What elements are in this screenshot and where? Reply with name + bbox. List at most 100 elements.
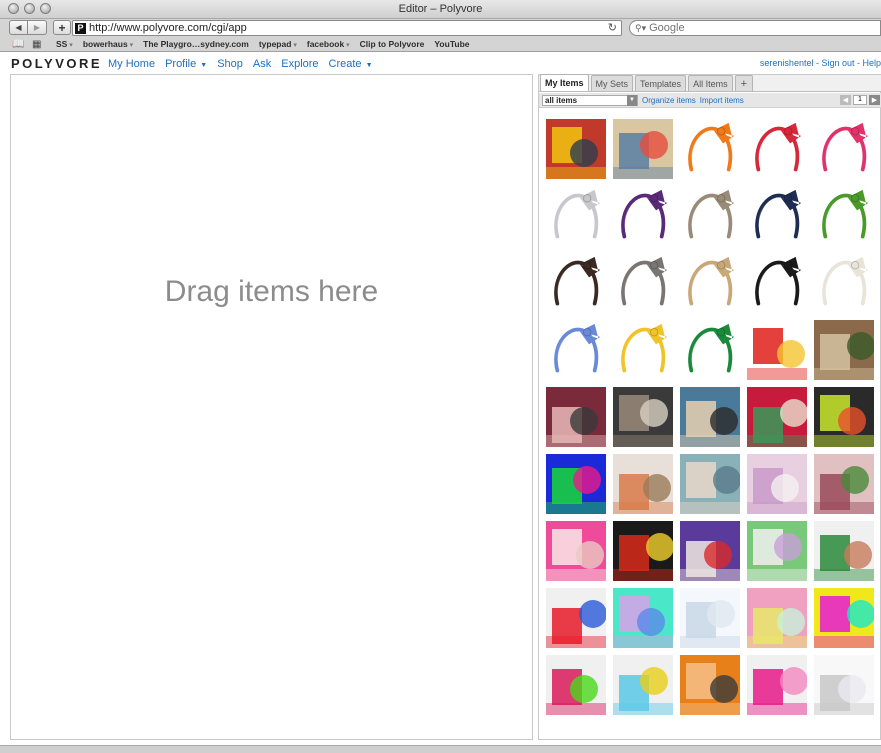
search-box[interactable]: ⚲▾ — [629, 20, 881, 36]
headband-item[interactable] — [810, 249, 877, 316]
bookmark-item[interactable]: The Playgro…sydney.com — [143, 39, 249, 49]
photo-item[interactable] — [676, 517, 743, 584]
forward-button[interactable]: ▶ — [28, 20, 47, 35]
nav-item[interactable]: Profile ▼ — [165, 58, 207, 70]
photo-item[interactable] — [676, 651, 743, 718]
photo-item[interactable] — [743, 316, 810, 383]
headband-item[interactable] — [810, 115, 877, 182]
organize-items-link[interactable]: Organize items — [642, 96, 696, 105]
photo-item[interactable] — [743, 383, 810, 450]
site-header: POLYVORE My Home Profile ▼ Shop Ask Explore Cr… — [0, 53, 881, 73]
photo-item[interactable] — [810, 383, 877, 450]
headband-thumbnail — [754, 122, 801, 171]
headband-item[interactable] — [609, 182, 676, 249]
photo-item[interactable] — [542, 651, 609, 718]
photo-item[interactable] — [609, 584, 676, 651]
chevron-down-icon[interactable]: ▼ — [366, 62, 373, 69]
chevron-down-icon[interactable]: ▼ — [200, 62, 207, 69]
photo-item[interactable] — [743, 584, 810, 651]
photo-item[interactable] — [542, 383, 609, 450]
headband-item[interactable] — [676, 249, 743, 316]
top-sites-grid-icon[interactable]: ▦ — [32, 39, 46, 50]
headband-item[interactable] — [542, 182, 609, 249]
nav-item[interactable]: My Home — [108, 58, 155, 70]
photo-item[interactable] — [676, 450, 743, 517]
photo-thumbnail — [612, 520, 673, 581]
items-filter-select[interactable]: all items ▼ — [542, 94, 638, 106]
bookmark-item[interactable]: facebook ▾ — [307, 39, 350, 49]
headband-item[interactable] — [676, 115, 743, 182]
photo-item[interactable] — [542, 115, 609, 182]
headband-item[interactable] — [542, 249, 609, 316]
prev-page-icon[interactable]: ◀ — [840, 95, 851, 105]
photo-item[interactable] — [676, 584, 743, 651]
photo-item[interactable] — [609, 517, 676, 584]
photo-item[interactable] — [609, 651, 676, 718]
headband-thumbnail — [821, 189, 868, 238]
polyvore-logo[interactable]: POLYVORE — [11, 56, 102, 71]
photo-item[interactable] — [676, 383, 743, 450]
panel-tab[interactable]: My Sets — [590, 75, 634, 91]
set-canvas[interactable]: Drag items here — [10, 74, 533, 740]
photo-thumbnail — [545, 587, 606, 648]
photo-item[interactable] — [542, 450, 609, 517]
photo-item[interactable] — [609, 115, 676, 182]
add-bookmark-button[interactable]: + — [53, 20, 71, 35]
headband-item[interactable] — [810, 182, 877, 249]
nav-item[interactable]: Create ▼ — [329, 58, 373, 70]
photo-item[interactable] — [743, 651, 810, 718]
photo-thumbnail — [813, 319, 874, 380]
photo-item[interactable] — [542, 517, 609, 584]
bookmark-item[interactable]: Clip to Polyvore — [360, 39, 425, 49]
nav-item[interactable]: Ask — [253, 58, 271, 70]
photo-item[interactable] — [810, 517, 877, 584]
headband-item[interactable] — [542, 316, 609, 383]
panel-tab[interactable]: All Items — [688, 75, 733, 91]
photo-item[interactable] — [810, 450, 877, 517]
photo-item[interactable] — [743, 517, 810, 584]
photo-item[interactable] — [542, 584, 609, 651]
page-number[interactable]: 1 — [853, 95, 867, 105]
headband-item[interactable] — [609, 249, 676, 316]
url-text[interactable]: http://www.polyvore.com/cgi/app — [89, 22, 247, 34]
user-links[interactable]: serenishentel - Sign out - Help — [760, 58, 881, 68]
reload-icon[interactable]: ↻ — [608, 21, 617, 34]
headband-item[interactable] — [743, 249, 810, 316]
nav-item[interactable]: Shop — [217, 58, 243, 70]
photo-thumbnail — [746, 319, 807, 380]
bookmark-label: SS — [56, 39, 68, 49]
next-page-icon[interactable]: ▶ — [869, 95, 880, 105]
panel-tab[interactable]: My Items — [540, 74, 589, 91]
bookmark-item[interactable]: SS ▾ — [56, 39, 73, 49]
window-titlebar: Editor – Polyvore — [0, 0, 881, 19]
bookmarks-book-icon[interactable]: 📖 — [12, 39, 26, 50]
headband-item[interactable] — [743, 182, 810, 249]
photo-item[interactable] — [609, 383, 676, 450]
photo-item[interactable] — [810, 316, 877, 383]
photo-item[interactable] — [743, 450, 810, 517]
nav-item[interactable]: Explore — [281, 58, 318, 70]
headband-item[interactable] — [743, 115, 810, 182]
photo-item[interactable] — [609, 450, 676, 517]
photo-thumbnail — [545, 453, 606, 514]
bookmark-item[interactable]: bowerhaus ▾ — [83, 39, 133, 49]
headband-thumbnail — [687, 256, 734, 305]
bookmark-item[interactable]: typepad ▾ — [259, 39, 297, 49]
headband-item[interactable] — [676, 182, 743, 249]
add-tab-button[interactable]: + — [734, 75, 754, 91]
headband-item[interactable] — [609, 316, 676, 383]
nav-item-label: Profile — [165, 58, 197, 70]
headband-item[interactable] — [676, 316, 743, 383]
photo-thumbnail — [612, 654, 673, 715]
photo-item[interactable] — [810, 584, 877, 651]
headband-thumbnail — [553, 256, 600, 305]
photo-item[interactable] — [810, 651, 877, 718]
import-items-link[interactable]: Import items — [700, 96, 744, 105]
back-button[interactable]: ◀ — [9, 20, 28, 35]
chevron-down-icon: ▾ — [67, 42, 73, 49]
bookmark-item[interactable]: YouTube — [434, 39, 469, 49]
address-bar[interactable]: P http://www.polyvore.com/cgi/app ↻ — [72, 20, 622, 36]
search-input[interactable] — [649, 22, 850, 34]
panel-tab[interactable]: Templates — [635, 75, 687, 91]
headband-thumbnail — [553, 189, 600, 238]
